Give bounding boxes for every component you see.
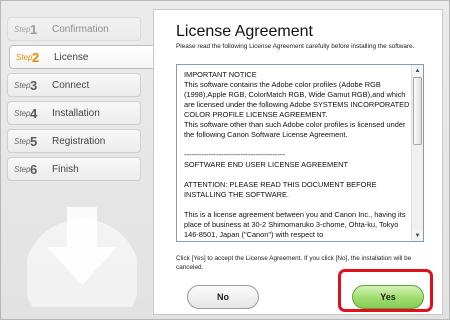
step-confirmation: Step 1 Confirmation: [7, 17, 141, 41]
steps-sidebar: Step 1 Confirmation Step 2 License Step …: [7, 17, 157, 185]
license-line: This is a license agreement between you …: [184, 210, 406, 239]
license-gap: [184, 200, 410, 210]
license-line: This software other than such Adobe colo…: [184, 120, 406, 139]
step-word: Step: [16, 52, 33, 62]
license-gap: [184, 140, 410, 150]
scroll-up-icon[interactable]: ▲: [412, 65, 423, 76]
step-registration: Step 5 Registration: [7, 129, 141, 153]
step-word: Step: [14, 80, 31, 90]
license-text-box[interactable]: IMPORTANT NOTICE This software contains …: [176, 64, 424, 242]
step-label: License: [54, 51, 89, 63]
step-number: 6: [30, 161, 38, 177]
license-line: ATTENTION: PLEASE READ THIS DOCUMENT BEF…: [184, 180, 377, 199]
license-line: This software contains the Adobe color p…: [184, 80, 410, 119]
license-text: IMPORTANT NOTICE This software contains …: [184, 70, 410, 240]
step-finish: Step 6 Finish: [7, 157, 141, 181]
step-number: 4: [30, 105, 38, 121]
step-number: 5: [30, 133, 38, 149]
license-line: IMPORTANT NOTICE: [184, 70, 257, 79]
step-license: Step 2 License: [9, 45, 157, 69]
installer-window: Step 1 Confirmation Step 2 License Step …: [0, 0, 450, 320]
step-installation: Step 4 Installation: [7, 101, 141, 125]
step-connect: Step 3 Connect: [7, 73, 141, 97]
step-label: Installation: [52, 107, 100, 119]
step-label: Finish: [52, 163, 79, 175]
step-label: Confirmation: [52, 23, 109, 35]
license-line: SOFTWARE END USER LICENSE AGREEMENT: [184, 160, 348, 169]
vertical-scrollbar[interactable]: ▲ ▼: [411, 65, 423, 241]
yes-button-highlight: [338, 269, 433, 312]
scroll-thumb[interactable]: [413, 77, 422, 145]
no-button[interactable]: No: [187, 285, 259, 309]
step-number: 2: [32, 49, 40, 65]
decorative-arrow-icon: [27, 207, 137, 307]
license-line: ----------------------------------------…: [184, 150, 285, 159]
license-gap: [184, 170, 410, 180]
step-word: Step: [14, 24, 31, 34]
step-word: Step: [14, 108, 31, 118]
step-word: Step: [14, 164, 31, 174]
step-word: Step: [14, 136, 31, 146]
step-label: Registration: [52, 135, 106, 147]
scroll-down-icon[interactable]: ▼: [412, 230, 423, 241]
page-title: License Agreement: [176, 23, 313, 40]
step-number: 3: [30, 77, 38, 93]
step-number: 1: [30, 21, 38, 37]
intro-text: Please read the following License Agreem…: [176, 43, 415, 50]
step-label: Connect: [52, 79, 90, 91]
